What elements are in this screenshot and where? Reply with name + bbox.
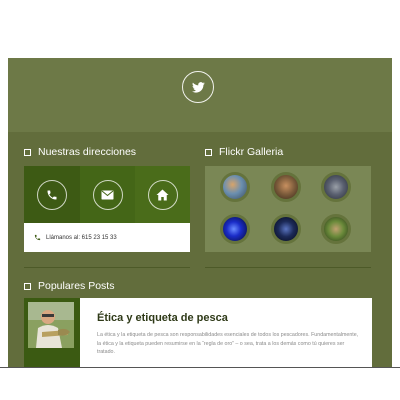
address-icon-row: [24, 166, 190, 223]
popular-title: Populares Posts: [38, 280, 115, 292]
post-card: Ética y etiqueta de pesca La ética y la …: [80, 298, 372, 368]
square-bullet-icon: [205, 148, 212, 156]
post-excerpt: La ética y la etiqueta de pesca son resp…: [97, 332, 359, 355]
social-band: [8, 58, 392, 132]
post-thumbnail[interactable]: [24, 298, 80, 368]
home-icon: [147, 179, 178, 210]
footer-panel: Nuestras direcciones Llámanos al: 615 23…: [8, 58, 392, 368]
envelope-icon: [92, 179, 123, 210]
twitter-bird-icon: [191, 78, 205, 97]
address-tab-home[interactable]: [135, 166, 190, 223]
divider-right: [205, 267, 371, 268]
square-bullet-icon: [24, 148, 31, 156]
address-widget: Llámanos al: 615 23 15 33: [24, 166, 190, 252]
address-info: Llámanos al: 615 23 15 33: [24, 223, 190, 252]
addresses-heading: Nuestras direcciones: [24, 146, 136, 158]
address-tab-phone[interactable]: [24, 166, 80, 223]
square-bullet-icon: [24, 282, 31, 290]
post-title-link[interactable]: Ética y etiqueta de pesca: [97, 312, 228, 324]
addresses-title: Nuestras direcciones: [38, 146, 137, 158]
page-bottom-area: [0, 368, 400, 400]
flickr-thumb-1[interactable]: [220, 172, 250, 202]
flickr-thumb-2[interactable]: [271, 172, 301, 202]
flickr-title: Flickr Galleria: [219, 146, 284, 158]
divider-left: [24, 267, 190, 268]
phone-small-icon: [34, 234, 41, 241]
flickr-thumb-6[interactable]: [321, 214, 351, 244]
flickr-thumb-5[interactable]: [271, 214, 301, 244]
flickr-thumb-3[interactable]: [321, 172, 351, 202]
twitter-button[interactable]: [182, 71, 214, 103]
flickr-heading: Flickr Galleria: [205, 146, 283, 158]
popular-heading: Populares Posts: [24, 280, 114, 292]
phone-text: Llámanos al: 615 23 15 33: [46, 234, 117, 241]
post-photo: [28, 302, 74, 348]
flickr-thumb-4[interactable]: [220, 214, 250, 244]
address-tab-email[interactable]: [80, 166, 135, 223]
phone-icon: [37, 179, 67, 210]
flickr-gallery: [205, 166, 371, 252]
